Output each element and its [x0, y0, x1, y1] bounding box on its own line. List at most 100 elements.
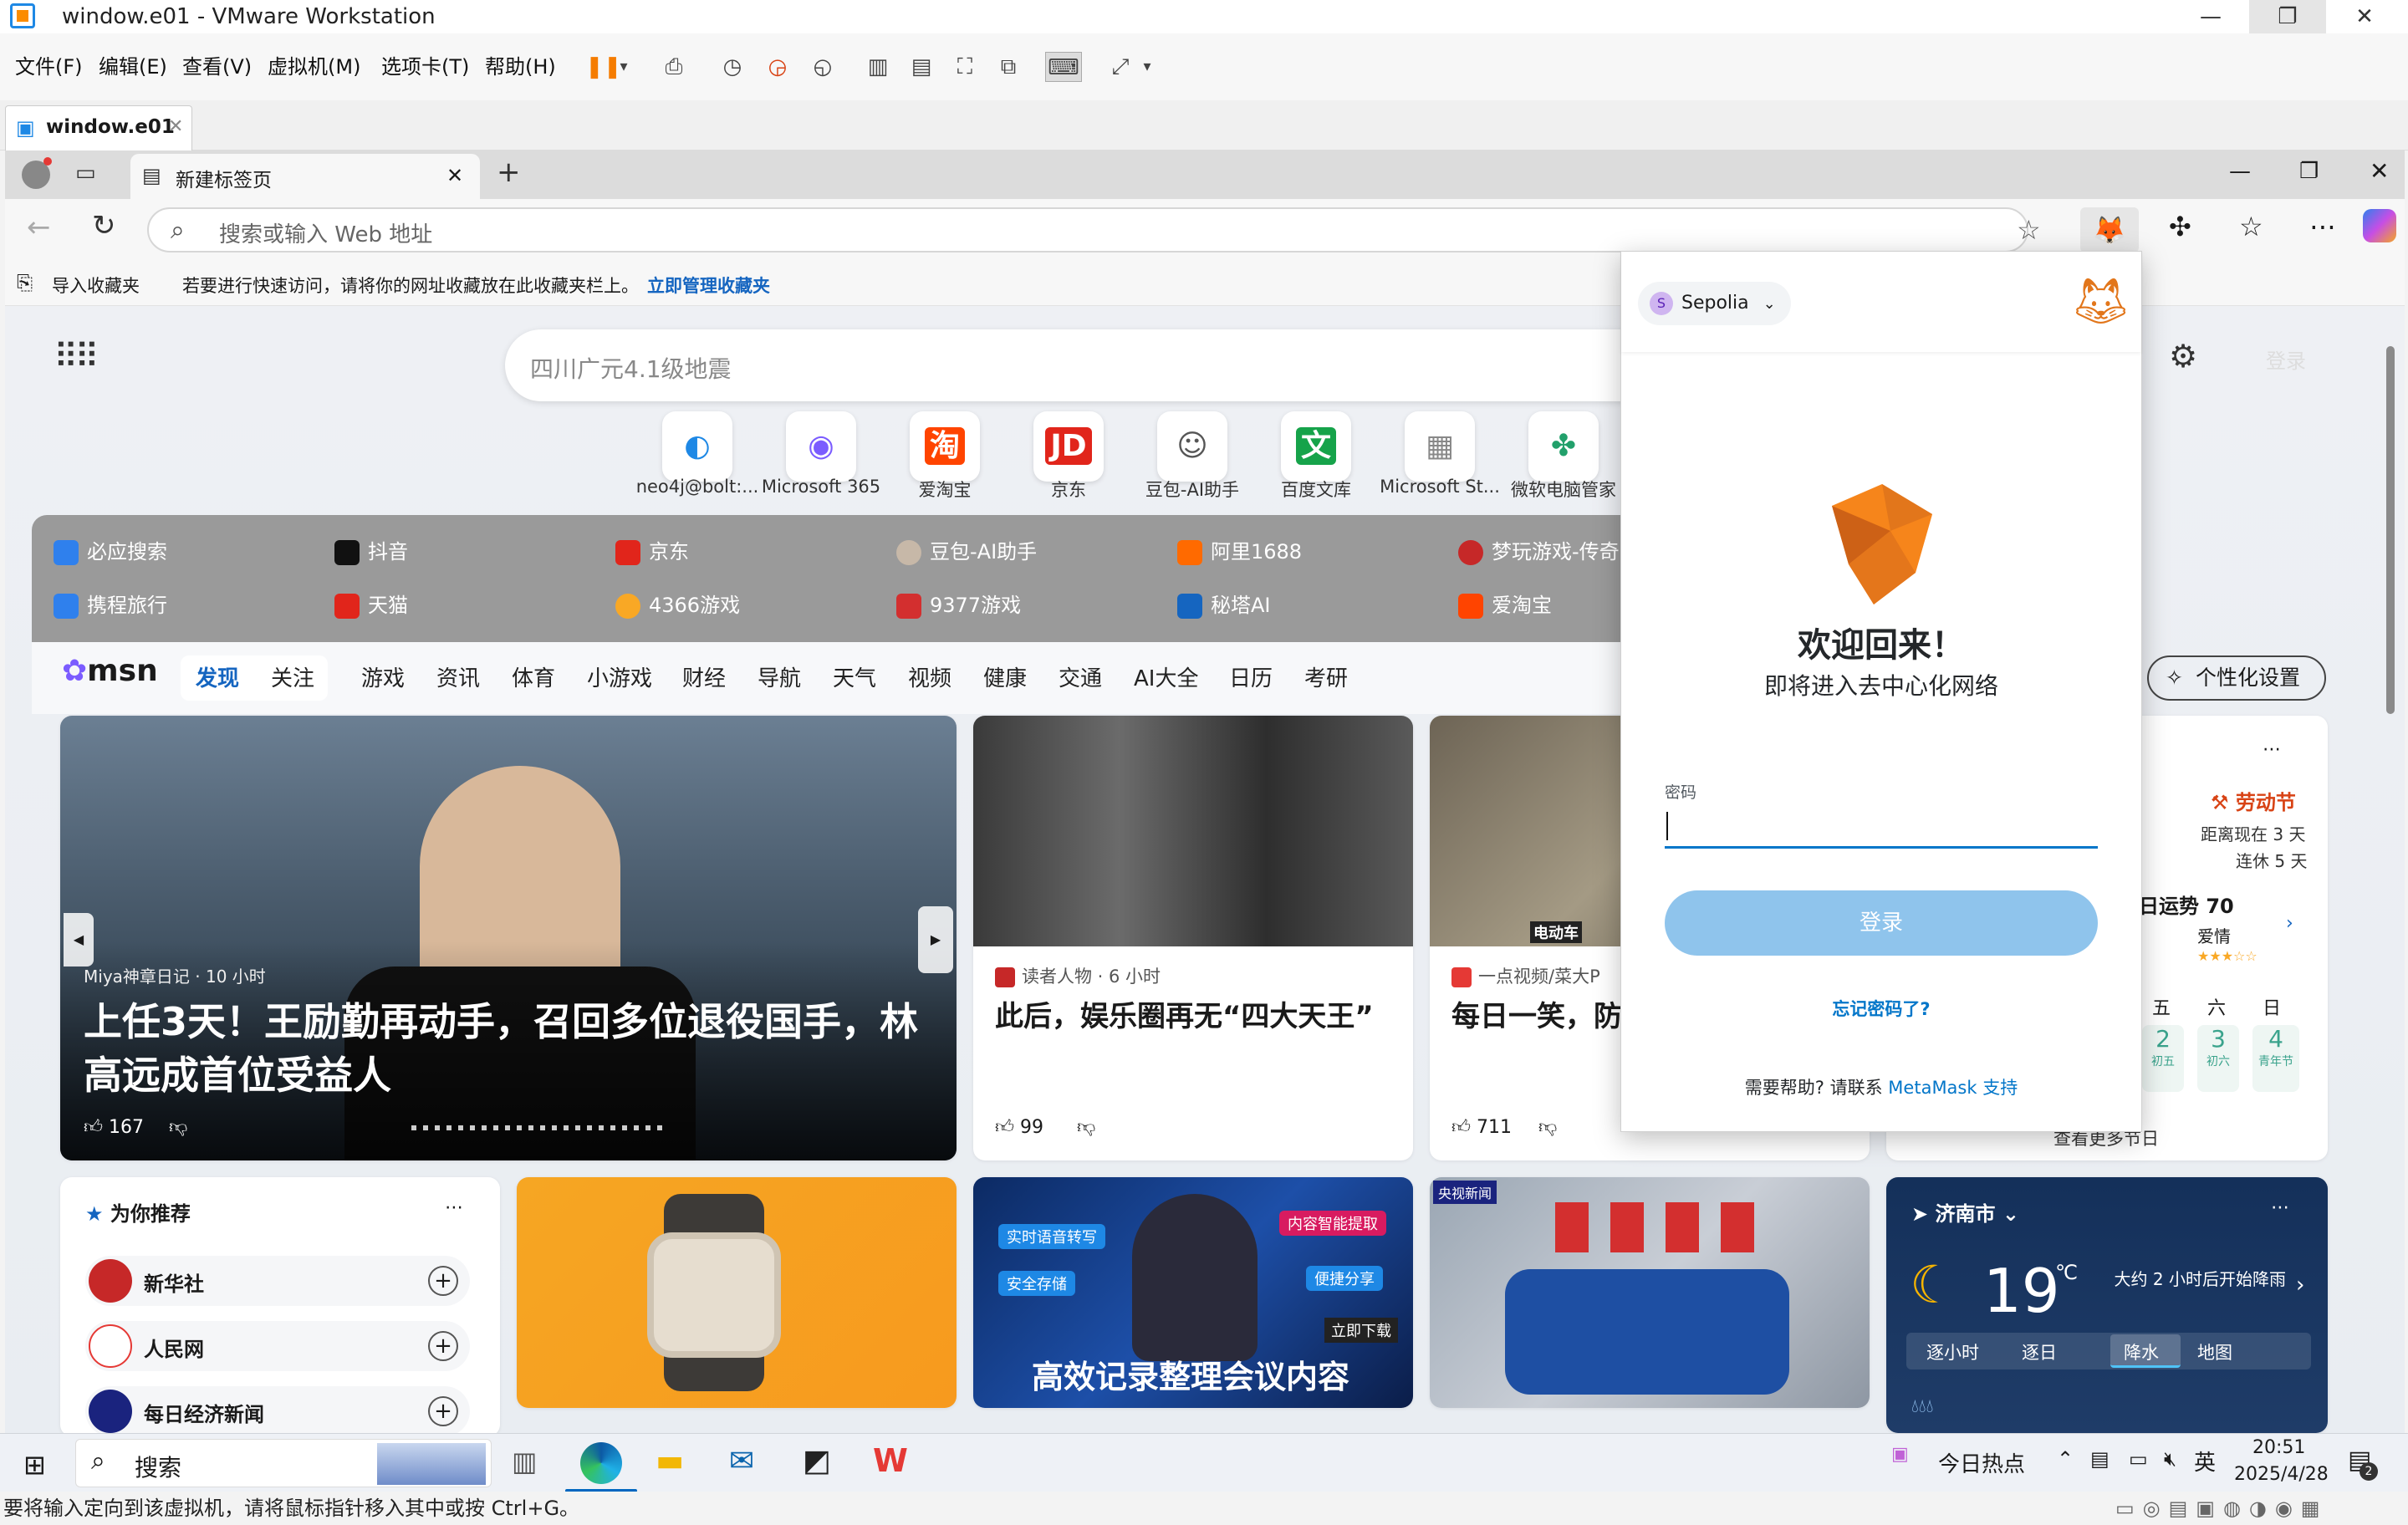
link-9377[interactable]: 9377游戏 [896, 589, 1021, 622]
quick-link-neo4j[interactable]: ◐ [662, 411, 732, 482]
quick-link-m365[interactable]: ◉ [786, 411, 856, 482]
back-icon[interactable]: ← [27, 211, 51, 244]
login-button[interactable]: 登录 [1665, 890, 2098, 956]
hero-news-card[interactable]: ◀ ▶ Miya神章日记 · 10 小时 上任3天！王励勤再动手，召回多位退役国… [60, 716, 957, 1160]
fullscreen-icon[interactable]: ⛶ [948, 52, 982, 82]
nav-weather[interactable]: 天气 [833, 662, 876, 696]
nav-games[interactable]: 游戏 [361, 662, 405, 696]
address-bar[interactable]: ⌕ 搜索或输入 Web 地址 ☆ [147, 207, 2041, 252]
news-likes[interactable]: 👍︎ 711 [1451, 1115, 1512, 1138]
ime-indicator[interactable]: 英 [2194, 1446, 2216, 1477]
recommend-item[interactable]: 人民网 + [85, 1321, 470, 1371]
nav-traffic[interactable]: 交通 [1059, 662, 1102, 696]
stretch-icon[interactable]: ⤢ [1104, 52, 1137, 82]
vm-tab[interactable]: ▣ window.e01 ✕ [5, 105, 192, 150]
extensions-icon[interactable]: ✣ [2169, 211, 2191, 242]
news-widget-icon[interactable]: ▣ [1891, 1444, 1909, 1465]
settings-gear-icon[interactable]: ⚙ [2169, 338, 2197, 375]
personalize-button[interactable]: ✧ 个性化设置 [2147, 655, 2326, 701]
product-card-watch[interactable] [517, 1177, 957, 1408]
news-card-heavenly-kings[interactable]: 读者人物 · 6 小时 此后，娱乐圈再无“四大天王” 👍︎ 99 👎︎ [973, 716, 1413, 1160]
password-input[interactable] [1665, 803, 2098, 849]
nav-ai[interactable]: AI大全 [1134, 662, 1198, 696]
quick-link-store[interactable]: ▦ [1405, 411, 1475, 482]
link-mengwan[interactable]: 梦玩游戏-传奇 [1458, 535, 1620, 569]
revert-snapshot-icon[interactable]: ◶ [761, 52, 794, 82]
hero-headline[interactable]: 上任3天！王励勤再动手，召回多位退役国手，林高远成首位受益人 [84, 995, 928, 1102]
follow-add-icon[interactable]: + [428, 1266, 458, 1296]
menu-view[interactable]: 查看(V) [182, 50, 252, 84]
dislike-icon[interactable]: 👎︎ [1077, 1115, 1095, 1138]
nav-sports[interactable]: 体育 [512, 662, 555, 696]
link-jd[interactable]: 京东 [615, 535, 689, 569]
nav-health[interactable]: 健康 [983, 662, 1027, 696]
close-tab-icon[interactable]: ✕ [446, 164, 463, 187]
link-douyin[interactable]: 抖音 [334, 535, 408, 569]
carousel-dots[interactable] [411, 1125, 662, 1130]
nav-finance[interactable]: 财经 [682, 662, 726, 696]
device-status-icons[interactable]: ▭◎▤▣◍◑◉▦ [2115, 1492, 2328, 1525]
weather-tab-hourly[interactable]: 逐小时 [1926, 1339, 1979, 1364]
tab-discover[interactable]: 发现 [196, 662, 239, 696]
manage-favorites-link[interactable]: 立即管理收藏夹 [647, 273, 770, 298]
pause-icon[interactable]: ❚❚ [585, 52, 622, 82]
metamask-extension-icon[interactable]: 🦊 [2080, 207, 2139, 252]
quick-link-jd[interactable]: JD [1033, 411, 1104, 482]
windows-start-icon[interactable]: ⊞ [23, 1449, 46, 1481]
nav-calendar[interactable]: 日历 [1229, 662, 1273, 696]
link-4366[interactable]: 4366游戏 [615, 589, 740, 622]
more-icon[interactable]: ⋯ [2271, 1197, 2289, 1218]
sticky-notes-icon[interactable]: ◩ [803, 1444, 831, 1478]
signin-link[interactable]: 登录 [2266, 344, 2306, 374]
wps-icon[interactable]: W [873, 1442, 908, 1479]
unity-icon[interactable]: ⧉ [992, 52, 1025, 82]
msn-logo[interactable]: ✿msn [62, 654, 158, 688]
weather-card[interactable]: ➤ 济南市 ⌄ ⋯ ☾ 19 ℃ 大约 2 小时后开始降雨 › 逐小时 逐日 降… [1886, 1177, 2328, 1433]
send-keys-icon[interactable]: ⎙ [657, 52, 691, 82]
calendar-day[interactable]: 4 青年节 [2252, 1025, 2299, 1092]
follow-add-icon[interactable]: + [428, 1396, 458, 1426]
chevron-down-icon[interactable]: ▾ [615, 52, 632, 82]
more-icon[interactable]: ⋯ [2309, 211, 2336, 242]
apps-grid-icon[interactable]: ⠿⠿ [54, 338, 99, 376]
favorite-star-icon[interactable]: ☆ [2017, 214, 2041, 246]
quick-link-wenku[interactable]: 文 [1281, 411, 1351, 482]
news-likes[interactable]: 👍︎ 99 [995, 1115, 1043, 1138]
quick-link-pcmanager[interactable]: ✤ [1528, 411, 1599, 482]
close-icon[interactable]: ✕ [2370, 157, 2389, 185]
quick-link-aitaobao[interactable]: 淘 [910, 411, 980, 482]
hot-news[interactable]: 今日热点 [1938, 1447, 2025, 1478]
menu-tabs[interactable]: 选项卡(T) [381, 50, 469, 84]
scrollbar-thumb[interactable] [2386, 346, 2395, 714]
tab-follow[interactable]: 关注 [271, 662, 314, 696]
clock-date[interactable]: 2025/4/28 [2234, 1464, 2329, 1485]
close-tab-icon[interactable]: ✕ [168, 116, 183, 137]
volume-muted-icon[interactable]: 🔇︎ [2164, 1447, 2176, 1471]
link-doubao[interactable]: 豆包-AI助手 [896, 535, 1037, 569]
dislike-icon[interactable]: 👎︎ [1538, 1115, 1557, 1138]
network-icon[interactable]: ▭ [2129, 1447, 2148, 1471]
file-explorer-icon[interactable]: ▬ [656, 1444, 684, 1478]
network-selector[interactable]: S Sepolia ⌄ [1638, 282, 1791, 325]
news-card-space[interactable]: 央视新闻 [1430, 1177, 1870, 1408]
clock-time[interactable]: 20:51 [2252, 1437, 2305, 1458]
copilot-icon[interactable] [2363, 209, 2396, 242]
menu-edit[interactable]: 编辑(E) [99, 50, 167, 84]
forgot-password-link[interactable]: 忘记密码了? [1621, 996, 2141, 1021]
link-1688[interactable]: 阿里1688 [1177, 535, 1302, 569]
minimize-icon[interactable]: — [2229, 159, 2251, 184]
weather-tab-precip[interactable]: 降水 [2124, 1339, 2159, 1364]
link-ctrip[interactable]: 携程旅行 [54, 589, 167, 622]
tab-actions-icon[interactable]: ▭ [75, 161, 96, 186]
new-tab-button[interactable]: + [497, 156, 521, 189]
next-arrow-icon[interactable]: ▶ [918, 906, 953, 973]
nav-minigames[interactable]: 小游戏 [587, 662, 652, 696]
restore-icon[interactable]: ❐ [2299, 159, 2319, 184]
weather-tab-daily[interactable]: 逐日 [2022, 1339, 2057, 1364]
nav-video[interactable]: 视频 [908, 662, 951, 696]
import-favorites-link[interactable]: 导入收藏夹 [52, 273, 140, 298]
quick-link-doubao[interactable]: ☺ [1157, 411, 1227, 482]
chevron-right-icon[interactable]: › [2286, 913, 2293, 934]
link-aitaobao[interactable]: 爱淘宝 [1458, 589, 1552, 622]
dislike-icon[interactable]: 👎︎ [169, 1115, 187, 1138]
